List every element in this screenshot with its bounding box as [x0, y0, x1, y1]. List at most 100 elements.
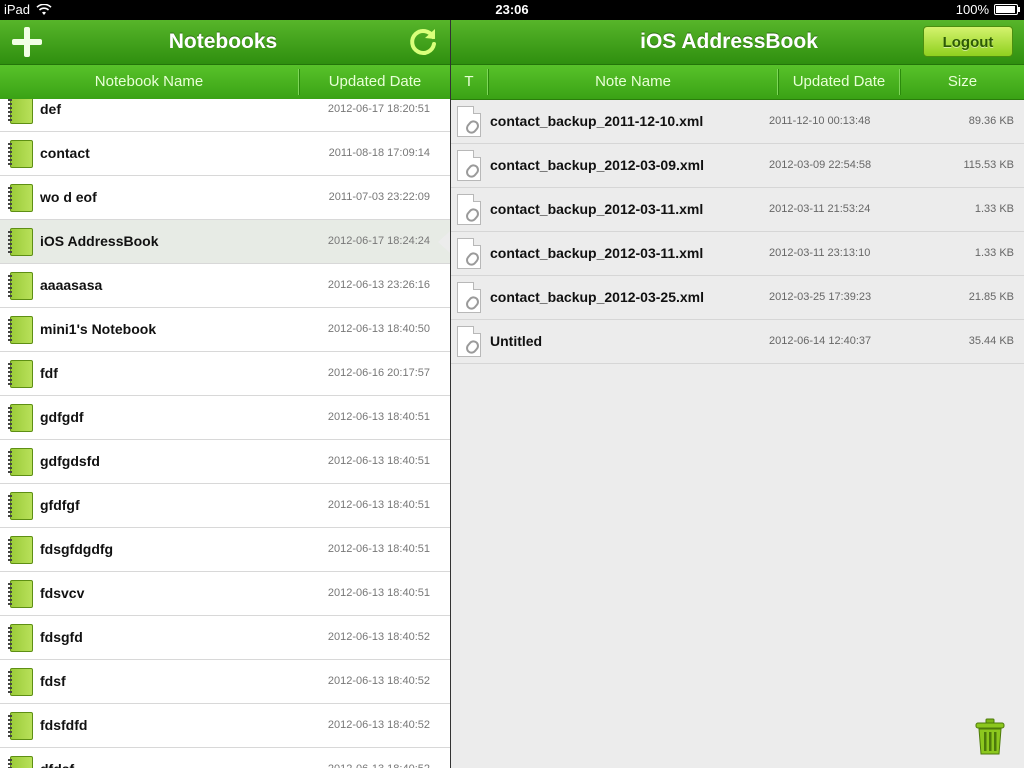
- note-row[interactable]: contact_backup_2012-03-11.xml 2012-03-11 …: [451, 232, 1024, 276]
- notebook-row[interactable]: wo d eof 2011-07-03 23:22:09: [0, 176, 450, 220]
- notebook-row[interactable]: gdfgdsfd 2012-06-13 18:40:51: [0, 440, 450, 484]
- note-name: Untitled: [490, 333, 543, 349]
- notebook-icon: [8, 316, 33, 344]
- note-row[interactable]: contact_backup_2012-03-09.xml 2012-03-09 …: [451, 144, 1024, 188]
- notebook-name: def: [40, 101, 61, 117]
- notebook-updated-date: 2011-08-18 17:09:14: [328, 147, 430, 159]
- notebook-list[interactable]: def 2012-06-17 18:20:51 contact 2011-08-18 …: [0, 99, 450, 768]
- note-column-header: T Note Name Updated Date Size: [451, 65, 1024, 100]
- attachment-document-icon: [457, 326, 482, 357]
- notebook-icon: [8, 184, 33, 212]
- notebook-name: fdsf: [40, 673, 66, 689]
- column-updated-date[interactable]: Updated Date: [779, 65, 899, 99]
- notebook-row[interactable]: gdfgdf 2012-06-13 18:40:51: [0, 396, 450, 440]
- notebook-updated-date: 2011-07-03 23:22:09: [328, 191, 430, 203]
- pane-divider: [450, 20, 451, 768]
- logout-button[interactable]: Logout: [923, 26, 1013, 57]
- note-row[interactable]: contact_backup_2012-03-11.xml 2012-03-11 …: [451, 188, 1024, 232]
- notebook-row[interactable]: fdsgfdgdfg 2012-06-13 18:40:51: [0, 528, 450, 572]
- note-name: contact_backup_2012-03-11.xml: [490, 201, 704, 217]
- delete-button[interactable]: [974, 718, 1006, 756]
- note-size: 1.33 KB: [974, 247, 1014, 259]
- notebook-name: wo d eof: [40, 189, 97, 205]
- note-size: 115.53 KB: [963, 159, 1014, 171]
- notebook-name: fdsgfd: [40, 629, 83, 645]
- attachment-document-icon: [457, 194, 482, 225]
- notebook-updated-date: 2012-06-13 18:40:52: [327, 719, 430, 731]
- notebook-name: mini1's Notebook: [40, 321, 157, 337]
- column-updated-date[interactable]: Updated Date: [300, 65, 450, 99]
- note-name: contact_backup_2012-03-25.xml: [490, 289, 704, 305]
- notebook-name: gdfgdf: [40, 409, 84, 425]
- notebook-updated-date: 2012-06-13 18:40:52: [328, 748, 430, 768]
- note-row[interactable]: contact_backup_2011-12-10.xml 2011-12-10 …: [451, 100, 1024, 144]
- notebook-row[interactable]: fdsvcv 2012-06-13 18:40:51: [0, 572, 450, 616]
- note-row[interactable]: Untitled 2012-06-14 12:40:37 35.44 KB: [451, 320, 1024, 364]
- notebook-icon: [8, 404, 33, 432]
- status-bar: iPad 23:06 100%: [0, 0, 1024, 20]
- status-time: 23:06: [495, 2, 529, 17]
- column-type[interactable]: T: [451, 65, 487, 99]
- notebook-updated-date: 2012-06-17 18:20:51: [327, 103, 430, 115]
- notebooks-header: Notebooks: [0, 20, 450, 65]
- notebook-row[interactable]: fdsgfd 2012-06-13 18:40:52: [0, 616, 450, 660]
- notebook-row[interactable]: contact 2011-08-18 17:09:14: [0, 132, 450, 176]
- notebook-name: fdsfdfd: [40, 717, 88, 733]
- notebooks-title: Notebooks: [168, 30, 278, 53]
- note-name: contact_backup_2012-03-09.xml: [490, 157, 704, 173]
- attachment-document-icon: [457, 106, 482, 137]
- notebook-icon: [8, 536, 33, 564]
- notebook-name: contact: [40, 145, 90, 161]
- notebook-name: fdf: [40, 365, 58, 381]
- notebook-name: aaaasasa: [40, 277, 103, 293]
- notebook-icon: [8, 756, 33, 768]
- trash-icon: [975, 718, 1005, 755]
- notebook-row[interactable]: fdsfdfd 2012-06-13 18:40:52: [0, 704, 450, 748]
- note-updated-date: 2012-03-25 17:39:23: [769, 291, 872, 303]
- notebook-name: gdfgdsfd: [40, 453, 100, 469]
- notebook-updated-date: 2012-06-13 18:40:51: [327, 411, 430, 423]
- battery-percent: 100%: [955, 2, 989, 17]
- refresh-button[interactable]: [406, 25, 440, 59]
- notebook-name: fdsgfdgdfg: [40, 541, 114, 557]
- notebook-column-header: Notebook Name Updated Date: [0, 65, 450, 100]
- note-updated-date: 2012-03-09 22:54:58: [769, 159, 872, 171]
- notebook-name: gfdfgf: [40, 497, 80, 513]
- note-size: 1.33 KB: [974, 203, 1014, 215]
- notebook-icon: [8, 99, 33, 124]
- notebook-updated-date: 2012-06-17 18:24:24: [327, 235, 430, 247]
- notebook-updated-date: 2012-06-13 18:40:52: [327, 675, 430, 687]
- notebook-icon: [8, 272, 33, 300]
- notebook-updated-date: 2012-06-13 18:40:51: [327, 455, 430, 467]
- notebook-row[interactable]: gfdfgf 2012-06-13 18:40:51: [0, 484, 450, 528]
- attachment-document-icon: [457, 150, 482, 181]
- selection-indicator: [438, 231, 450, 253]
- notebook-icon: [8, 668, 33, 696]
- note-row[interactable]: contact_backup_2012-03-25.xml 2012-03-25 …: [451, 276, 1024, 320]
- column-size[interactable]: Size: [901, 65, 1024, 99]
- notebook-row[interactable]: fdsf 2012-06-13 18:40:52: [0, 660, 450, 704]
- notebook-row[interactable]: def 2012-06-17 18:20:51: [0, 99, 450, 132]
- notebook-row[interactable]: fdf 2012-06-16 20:17:57: [0, 352, 450, 396]
- notebook-row[interactable]: aaaasasa 2012-06-13 23:26:16: [0, 264, 450, 308]
- attachment-document-icon: [457, 238, 482, 269]
- notebook-icon: [8, 228, 33, 256]
- refresh-icon: [410, 29, 436, 55]
- note-size: 21.85 KB: [968, 291, 1014, 303]
- battery-icon: [994, 4, 1020, 15]
- column-note-name[interactable]: Note Name: [489, 65, 777, 99]
- notebook-updated-date: 2012-06-13 18:40:52: [327, 631, 430, 643]
- notebook-icon: [8, 140, 33, 168]
- notebook-name: iOS AddressBook: [40, 233, 159, 249]
- note-updated-date: 2012-03-11 23:13:10: [769, 247, 871, 259]
- notebook-row[interactable]: iOS AddressBook 2012-06-17 18:24:24: [0, 220, 450, 264]
- notebook-icon: [8, 360, 33, 388]
- notebook-row[interactable]: mini1's Notebook 2012-06-13 18:40:50: [0, 308, 450, 352]
- note-size: 89.36 KB: [968, 115, 1014, 127]
- notebook-row[interactable]: dfdsf 2012-06-13 18:40:52: [0, 748, 450, 768]
- note-updated-date: 2012-06-14 12:40:37: [769, 335, 872, 347]
- note-name: contact_backup_2012-03-11.xml: [490, 245, 704, 261]
- column-notebook-name[interactable]: Notebook Name: [0, 65, 298, 99]
- notebook-updated-date: 2012-06-13 23:26:16: [327, 279, 430, 291]
- note-updated-date: 2011-12-10 00:13:48: [769, 115, 871, 127]
